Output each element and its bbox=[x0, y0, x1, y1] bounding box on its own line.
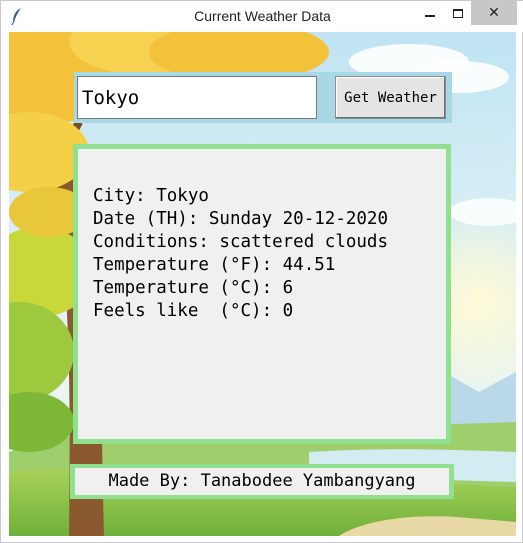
result-date: Date (TH): Sunday 20-12-2020 bbox=[93, 209, 389, 229]
title-bar[interactable]: Current Weather Data ✕ bbox=[1, 1, 523, 32]
credit-label: Made By: Tanabodee Yambangyang bbox=[75, 468, 449, 495]
minimize-icon bbox=[425, 15, 435, 17]
close-button[interactable]: ✕ bbox=[471, 1, 517, 25]
close-icon: ✕ bbox=[488, 5, 500, 21]
weather-result-text: City: Tokyo Date (TH): Sunday 20-12-2020… bbox=[93, 185, 388, 323]
result-temp-f: Temperature (°F): 44.51 bbox=[93, 255, 336, 275]
get-weather-button[interactable]: Get Weather bbox=[335, 76, 446, 119]
result-city: City: Tokyo bbox=[93, 186, 209, 206]
result-feels-like: Feels like (°C): 0 bbox=[93, 301, 294, 321]
result-temp-c: Temperature (°C): 6 bbox=[93, 278, 294, 298]
weather-result-panel: City: Tokyo Date (TH): Sunday 20-12-2020… bbox=[73, 144, 451, 444]
city-input[interactable] bbox=[77, 76, 317, 119]
result-conditions: Conditions: scattered clouds bbox=[93, 232, 389, 252]
maximize-button[interactable] bbox=[441, 1, 475, 25]
maximize-icon bbox=[453, 8, 463, 18]
app-window: Current Weather Data ✕ Tokyo Get Weather… bbox=[0, 0, 523, 543]
